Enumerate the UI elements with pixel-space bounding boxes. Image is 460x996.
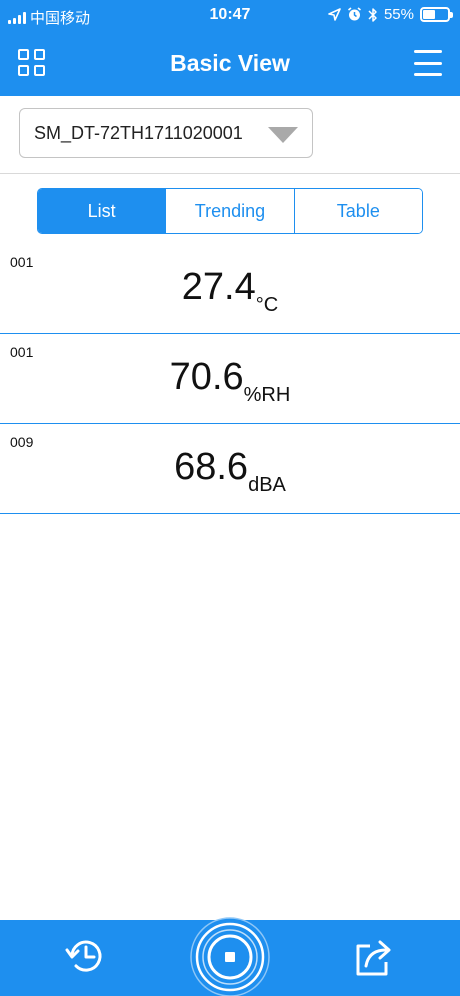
battery-fill — [423, 10, 436, 19]
reading-row[interactable]: 001 70.6%RH — [0, 334, 460, 424]
reading-unit: %RH — [243, 384, 291, 406]
record-stop-icon[interactable] — [190, 910, 270, 996]
carrier-name: 中国移动 — [30, 10, 91, 27]
battery-percent: 55% — [383, 6, 414, 23]
reading-row[interactable]: 001 27.4°C — [0, 244, 460, 334]
status-bar: 中国移动 10:47 55% — [0, 0, 460, 32]
chevron-down-icon — [268, 127, 298, 143]
battery-icon — [420, 7, 453, 22]
reading-row[interactable]: 009 68.6dBA — [0, 424, 460, 514]
reading-display: 68.6dBA — [0, 446, 460, 496]
alarm-icon — [347, 7, 361, 21]
tab-table[interactable]: Table — [293, 189, 422, 233]
reading-value: 70.6 — [169, 356, 244, 398]
reading-display: 70.6%RH — [0, 356, 460, 406]
status-left: 中国移动 — [8, 7, 90, 28]
reading-display: 27.4°C — [0, 266, 460, 316]
reading-unit: dBA — [248, 474, 286, 496]
reading-value: 27.4 — [181, 266, 256, 308]
device-area: SM_DT-72TH1711020001 — [0, 96, 460, 174]
tab-list[interactable]: List — [38, 189, 166, 233]
device-select[interactable]: SM_DT-72TH1711020001 — [19, 108, 313, 158]
status-right: 55% — [328, 6, 453, 23]
nav-bar: Basic View — [0, 32, 460, 96]
reading-value: 68.6 — [174, 446, 249, 488]
signal-icon — [8, 11, 26, 24]
page-title: Basic View — [170, 50, 290, 76]
bluetooth-icon — [368, 7, 377, 22]
view-tabs: List Trending Table — [37, 188, 423, 234]
tab-trending[interactable]: Trending — [165, 189, 294, 233]
share-icon[interactable] — [352, 934, 396, 978]
menu-icon[interactable] — [414, 50, 442, 76]
history-icon[interactable] — [64, 934, 108, 978]
device-select-value: SM_DT-72TH1711020001 — [34, 123, 243, 143]
reading-unit: °C — [255, 294, 279, 316]
location-icon — [328, 8, 341, 21]
